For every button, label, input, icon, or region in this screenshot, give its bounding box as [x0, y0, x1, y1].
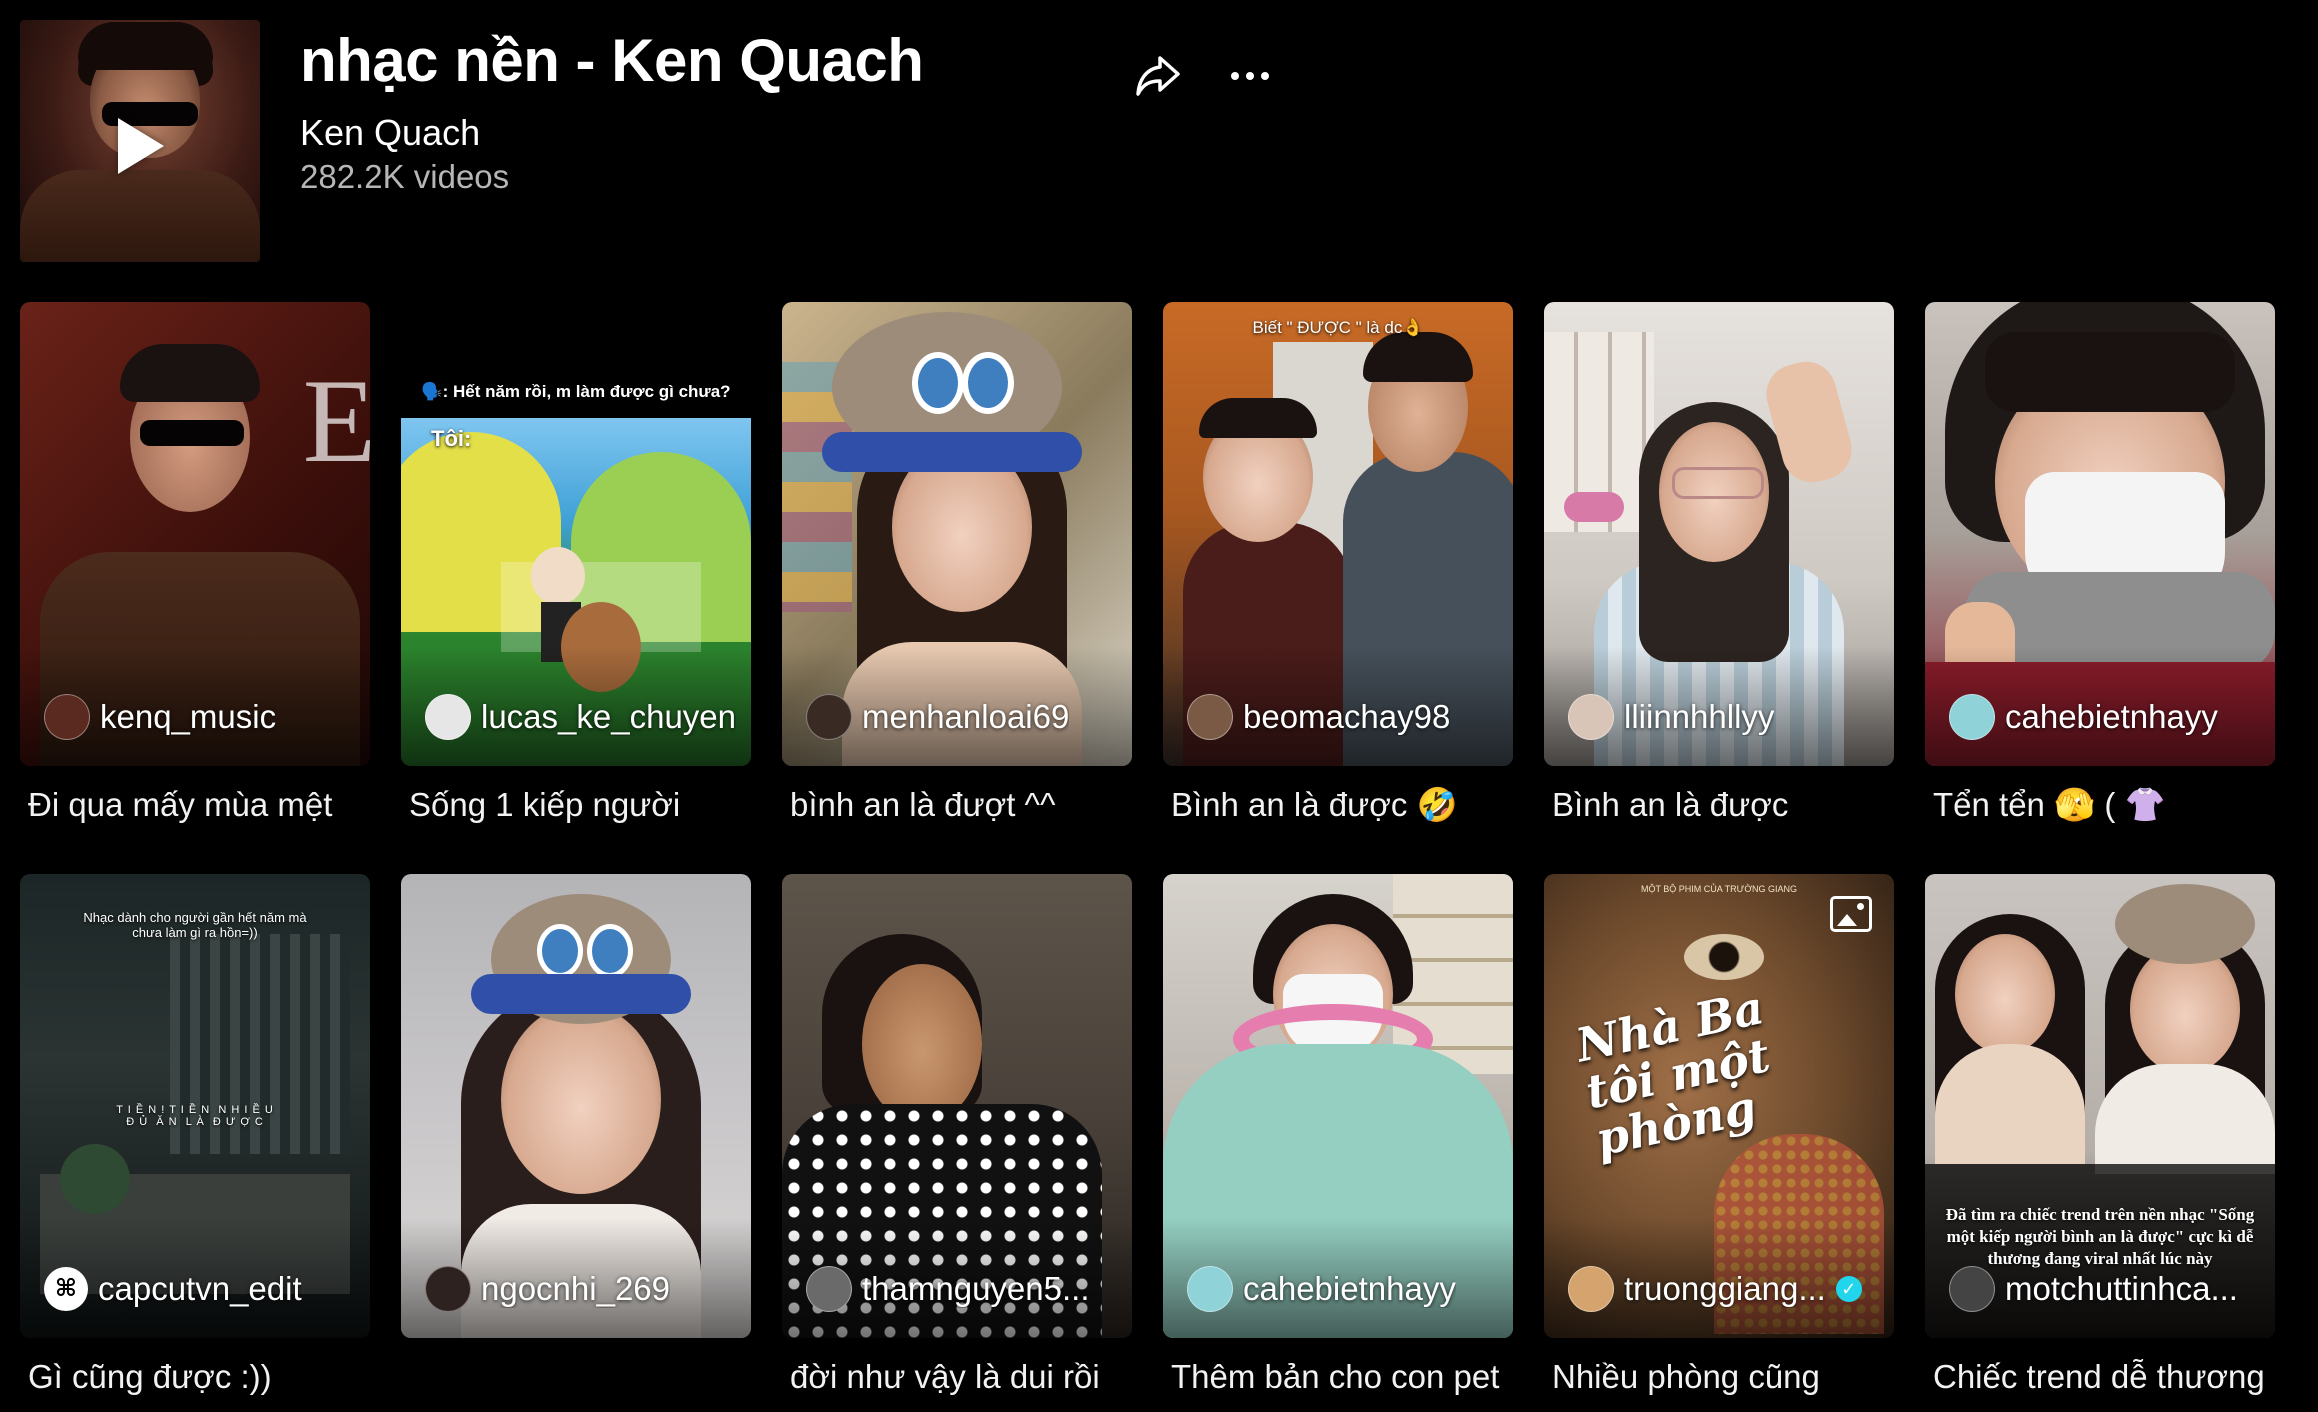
video-author[interactable]: motchuttinhca...: [1949, 1266, 2238, 1312]
sound-header: nhạc nền - Ken Quach Ken Quach 282.2K vi…: [20, 20, 1320, 262]
username: truonggiang...: [1624, 1270, 1826, 1307]
username: kenq_music: [100, 698, 277, 735]
more-options-button[interactable]: [1218, 46, 1282, 106]
video-author[interactable]: ngocnhi_269: [425, 1266, 670, 1312]
video-card[interactable]: 🗣️: Hết năm rồi, m làm được gì chưa? Tôi…: [401, 302, 751, 823]
avatar: [1187, 694, 1233, 740]
video-caption: Sống 1 kiếp người: [409, 786, 681, 823]
video-card[interactable]: thamnguyen5... đời như vậy là dui rồi: [782, 874, 1132, 1395]
overlay-subcaption: Tôi:: [431, 426, 472, 451]
video-card[interactable]: cahebietnhayy Tển tển 🫣 ( 👚: [1925, 302, 2275, 823]
username: motchuttinhca...: [2005, 1270, 2238, 1307]
username: lliinnhhllyy: [1624, 698, 1775, 735]
username: lucas_ke_chuyen: [481, 698, 737, 735]
video-author[interactable]: lliinnhhllyy: [1568, 694, 1774, 740]
avatar: [1949, 694, 1995, 740]
video-caption: bình an là đượt ^^: [790, 786, 1056, 823]
username: cahebietnhayy: [2005, 698, 2218, 735]
video-card[interactable]: menhanloai69 bình an là đượt ^^: [782, 302, 1132, 823]
capcut-logo-icon: ⌘: [44, 1267, 88, 1311]
avatar: [806, 694, 852, 740]
photo-carousel-icon: [1830, 896, 1872, 932]
video-thumbnail[interactable]: thamnguyen5...: [782, 874, 1132, 1338]
video-thumbnail[interactable]: E kenq_music: [20, 302, 370, 766]
video-caption: Chiếc trend dễ thương: [1933, 1358, 2265, 1395]
overlay-caption: Biết " ĐƯỢC " là dc👌: [1252, 318, 1424, 337]
video-caption: đời như vậy là dui rồi: [790, 1358, 1100, 1395]
video-thumbnail[interactable]: MỘT BỘ PHIM CỦA TRƯỜNG GIANG Nhà Ba tôi …: [1544, 874, 1894, 1338]
video-card[interactable]: lliinnhhllyy Bình an là được: [1544, 302, 1894, 823]
avatar: [1568, 694, 1614, 740]
share-button[interactable]: [1128, 46, 1188, 106]
username: ngocnhi_269: [481, 1270, 671, 1307]
video-author[interactable]: ⌘ capcutvn_edit: [44, 1266, 302, 1312]
video-caption: Đi qua mấy mùa mệt: [28, 786, 333, 823]
play-icon[interactable]: [118, 118, 164, 174]
video-caption: Gì cũng được :)): [28, 1358, 272, 1395]
video-author[interactable]: thamnguyen5...: [806, 1266, 1090, 1312]
avatar: [1568, 1266, 1614, 1312]
video-thumbnail[interactable]: Biết " ĐƯỢC " là dc👌 beomachay98: [1163, 302, 1513, 766]
video-card[interactable]: MỘT BỘ PHIM CỦA TRƯỜNG GIANG Nhà Ba tôi …: [1544, 874, 1894, 1395]
video-thumbnail[interactable]: menhanloai69: [782, 302, 1132, 766]
video-caption: Thêm bản cho con pet: [1171, 1358, 1500, 1395]
video-caption: Tển tển 🫣 ( 👚: [1933, 786, 2166, 823]
video-author[interactable]: beomachay98: [1187, 694, 1450, 740]
verified-badge-icon: ✓: [1835, 1276, 1862, 1302]
username: menhanloai69: [862, 698, 1070, 735]
video-author[interactable]: menhanloai69: [806, 694, 1069, 740]
video-thumbnail[interactable]: 🗣️: Hết năm rồi, m làm được gì chưa? Tôi…: [401, 302, 751, 766]
overlay-subcaption: T I Ề N ! T I Ề N N H I Ề U Đ Ủ Ă N L À …: [116, 1104, 274, 1128]
video-thumbnail[interactable]: cahebietnhayy: [1163, 874, 1513, 1338]
artist-name[interactable]: Ken Quach: [300, 112, 480, 154]
video-author[interactable]: kenq_music: [44, 694, 276, 740]
video-thumbnail[interactable]: lliinnhhllyy: [1544, 302, 1894, 766]
video-thumbnail[interactable]: Đã tìm ra chiếc trend trên nền nhạc "Sốn…: [1925, 874, 2275, 1338]
video-card[interactable]: ngocnhi_269: [401, 874, 751, 1338]
overlay-credit: MỘT BỘ PHIM CỦA TRƯỜNG GIANG: [1640, 884, 1798, 894]
video-caption: Bình an là được: [1552, 786, 1789, 823]
overlay-caption: Nhạc dành cho người gần hết năm mà chưa …: [83, 910, 307, 940]
video-thumbnail[interactable]: Nhạc dành cho người gần hết năm mà chưa …: [20, 874, 370, 1338]
video-author[interactable]: truonggiang... ✓: [1568, 1266, 1862, 1312]
video-card[interactable]: E kenq_music Đi qua mấy mùa mệt: [20, 302, 370, 823]
music-page: nhạc nền - Ken Quach Ken Quach 282.2K vi…: [0, 0, 2318, 1412]
avatar: [44, 694, 90, 740]
sound-title: nhạc nền - Ken Quach: [300, 27, 924, 94]
video-card[interactable]: Đã tìm ra chiếc trend trên nền nhạc "Sốn…: [1925, 874, 2275, 1395]
username: thamnguyen5...: [862, 1270, 1090, 1307]
username: capcutvn_edit: [98, 1270, 302, 1307]
overlay-caption: Đã tìm ra chiếc trend trên nền nhạc "Sốn…: [1945, 1205, 2255, 1268]
avatar: [1187, 1266, 1233, 1312]
username: beomachay98: [1243, 698, 1451, 735]
more-horizontal-icon: [1231, 72, 1239, 80]
share-arrow-icon: [1136, 56, 1180, 96]
video-thumbnail[interactable]: cahebietnhayy: [1925, 302, 2275, 766]
username: cahebietnhayy: [1243, 1270, 1456, 1307]
video-author[interactable]: lucas_ke_chuyen: [425, 694, 736, 740]
video-card[interactable]: cahebietnhayy Thêm bản cho con pet: [1163, 874, 1513, 1395]
video-thumbnail[interactable]: ngocnhi_269: [401, 874, 751, 1338]
sound-cover[interactable]: [20, 20, 260, 262]
avatar: [806, 1266, 852, 1312]
video-count: 282.2K videos: [300, 158, 510, 195]
video-card[interactable]: Nhạc dành cho người gần hết năm mà chưa …: [20, 874, 370, 1395]
overlay-caption: 🗣️: Hết năm rồi, m làm được gì chưa?: [421, 382, 731, 401]
video-author[interactable]: cahebietnhayy: [1187, 1266, 1456, 1312]
video-author[interactable]: cahebietnhayy: [1949, 694, 2218, 740]
avatar: [425, 694, 471, 740]
video-card[interactable]: Biết " ĐƯỢC " là dc👌 beomachay98 Bình an…: [1163, 302, 1513, 823]
video-caption: Nhiều phòng cũng: [1552, 1358, 1820, 1395]
avatar: [425, 1266, 471, 1312]
video-caption: Bình an là được 🤣: [1171, 786, 1458, 823]
avatar: [1949, 1266, 1995, 1312]
